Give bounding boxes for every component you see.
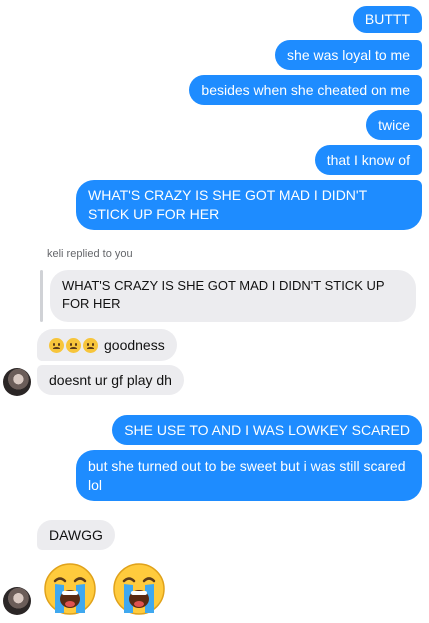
contact-avatar[interactable] <box>3 587 31 615</box>
loudly-crying-face-icon[interactable] <box>111 561 167 617</box>
message-text: she was loyal to me <box>287 46 410 63</box>
message-bubble-sent[interactable]: she was loyal to me <box>275 40 422 70</box>
message-bubble-sent[interactable]: besides when she cheated on me <box>189 75 422 105</box>
message-bubble-sent[interactable]: BUTTT <box>352 6 422 33</box>
message-bubble-received[interactable]: goodness <box>37 329 177 361</box>
message-text: but she turned out to be sweet but i was… <box>88 457 406 493</box>
message-text: besides when she cheated on me <box>201 81 410 98</box>
worried-face-icon <box>66 337 81 353</box>
quoted-message-text: WHAT'S CRAZY IS SHE GOT MAD I DIDN'T STI… <box>62 278 385 311</box>
contact-avatar[interactable] <box>3 368 31 396</box>
message-bubble-sent[interactable]: SHE USE TO AND I WAS LOWKEY SCARED <box>112 415 422 445</box>
message-bubble-sent[interactable]: WHAT'S CRAZY IS SHE GOT MAD I DIDN'T STI… <box>76 180 422 230</box>
message-text: that I know of <box>326 151 410 168</box>
reply-caption: keli replied to you <box>47 248 133 260</box>
message-bubble-received[interactable]: DAWGG <box>37 520 115 550</box>
message-bubble-received[interactable]: doesnt ur gf play dh <box>37 365 184 395</box>
message-bubble-sent[interactable]: but she turned out to be sweet but i was… <box>76 450 422 501</box>
message-text: twice <box>378 116 410 133</box>
message-bubble-sent[interactable]: that I know of <box>314 145 422 175</box>
message-text: doesnt ur gf play dh <box>49 371 172 388</box>
message-text: WHAT'S CRAZY IS SHE GOT MAD I DIDN'T STI… <box>88 187 367 222</box>
message-text: SHE USE TO AND I WAS LOWKEY SCARED <box>124 421 410 438</box>
message-text: DAWGG <box>49 526 103 543</box>
worried-face-icon <box>83 337 98 353</box>
message-text: BUTTT <box>364 11 410 27</box>
worried-face-icon <box>49 337 64 353</box>
message-bubble-sent[interactable]: twice <box>366 110 422 140</box>
quoted-message[interactable]: WHAT'S CRAZY IS SHE GOT MAD I DIDN'T STI… <box>50 270 416 322</box>
loudly-crying-face-icon[interactable] <box>42 561 98 617</box>
reply-indicator-bar <box>40 270 43 322</box>
message-text: goodness <box>104 336 165 353</box>
